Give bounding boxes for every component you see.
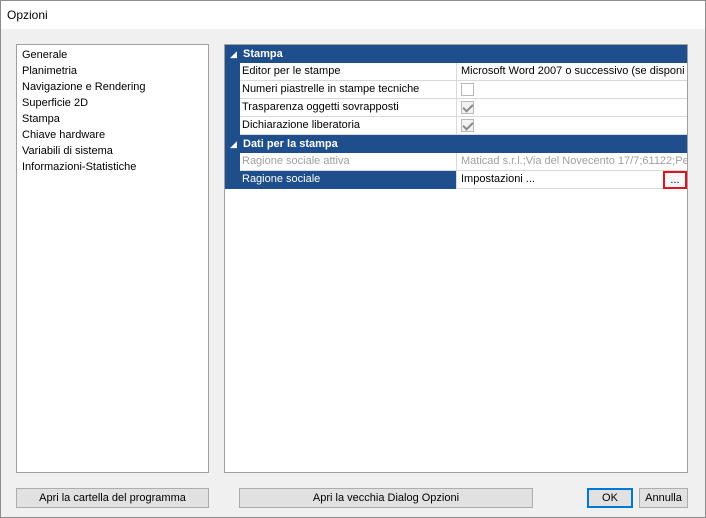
- nav-item-informazioni-statistiche[interactable]: Informazioni-Statistiche: [17, 159, 208, 175]
- property-row-ragione-sociale[interactable]: Ragione sociale Impostazioni ... ...: [225, 171, 687, 189]
- property-row-trasparenza[interactable]: Trasparenza oggetti sovrapposti: [225, 99, 687, 117]
- category-label: Dati per la stampa: [243, 138, 338, 150]
- property-value-ragione-attiva: Maticad s.r.l.;Via del Novecento 17/7;61…: [461, 155, 687, 167]
- property-row-editor[interactable]: Editor per le stampe Microsoft Word 2007…: [225, 63, 687, 81]
- property-row-numeri-piastrelle[interactable]: Numeri piastrelle in stampe tecniche: [225, 81, 687, 99]
- category-header-dati-stampa[interactable]: ◢ Dati per la stampa: [225, 135, 687, 153]
- property-name: Trasparenza oggetti sovrapposti: [225, 99, 457, 117]
- property-name: Dichiarazione liberatoria: [225, 117, 457, 135]
- window-title: Opzioni: [7, 8, 48, 22]
- trasparenza-checkbox[interactable]: [461, 101, 474, 114]
- property-name: Ragione sociale: [225, 171, 457, 189]
- ellipsis-button[interactable]: ...: [663, 171, 687, 189]
- numeri-piastrelle-checkbox[interactable]: [461, 83, 474, 96]
- open-old-dialog-button[interactable]: Apri la vecchia Dialog Opzioni: [239, 488, 533, 508]
- property-row-ragione-sociale-attiva: Ragione sociale attiva Maticad s.r.l.;Vi…: [225, 153, 687, 171]
- property-name: Numeri piastrelle in stampe tecniche: [225, 81, 457, 99]
- options-dialog: Opzioni Generale Planimetria Navigazione…: [0, 0, 706, 518]
- nav-item-planimetria[interactable]: Planimetria: [17, 63, 208, 79]
- property-value-ragione-sociale[interactable]: Impostazioni ... ...: [458, 171, 687, 189]
- open-program-folder-button[interactable]: Apri la cartella del programma: [16, 488, 209, 508]
- dichiarazione-checkbox[interactable]: [461, 119, 474, 132]
- collapse-triangle-icon[interactable]: ◢: [230, 135, 237, 153]
- category-label: Stampa: [243, 48, 283, 60]
- category-header-stampa[interactable]: ◢ Stampa: [225, 45, 687, 63]
- property-row-dichiarazione[interactable]: Dichiarazione liberatoria: [225, 117, 687, 135]
- ok-button[interactable]: OK: [587, 488, 633, 508]
- title-bar: Opzioni: [1, 1, 705, 29]
- nav-item-chiave-hardware[interactable]: Chiave hardware: [17, 127, 208, 143]
- nav-item-superficie-2d[interactable]: Superficie 2D: [17, 95, 208, 111]
- property-grid: ◢ Stampa Editor per le stampe Microsoft …: [224, 44, 688, 473]
- property-name: Editor per le stampe: [225, 63, 457, 81]
- nav-item-stampa[interactable]: Stampa: [17, 111, 208, 127]
- property-name: Ragione sociale attiva: [225, 153, 457, 171]
- collapse-triangle-icon[interactable]: ◢: [230, 45, 237, 63]
- impostazioni-text: Impostazioni ...: [461, 173, 535, 185]
- property-value-editor[interactable]: Microsoft Word 2007 o successivo (se dis…: [458, 63, 687, 81]
- options-category-list[interactable]: Generale Planimetria Navigazione e Rende…: [16, 44, 209, 473]
- nav-item-variabili-sistema[interactable]: Variabili di sistema: [17, 143, 208, 159]
- nav-item-generale[interactable]: Generale: [17, 47, 208, 63]
- cancel-button[interactable]: Annulla: [639, 488, 688, 508]
- nav-item-navigazione-rendering[interactable]: Navigazione e Rendering: [17, 79, 208, 95]
